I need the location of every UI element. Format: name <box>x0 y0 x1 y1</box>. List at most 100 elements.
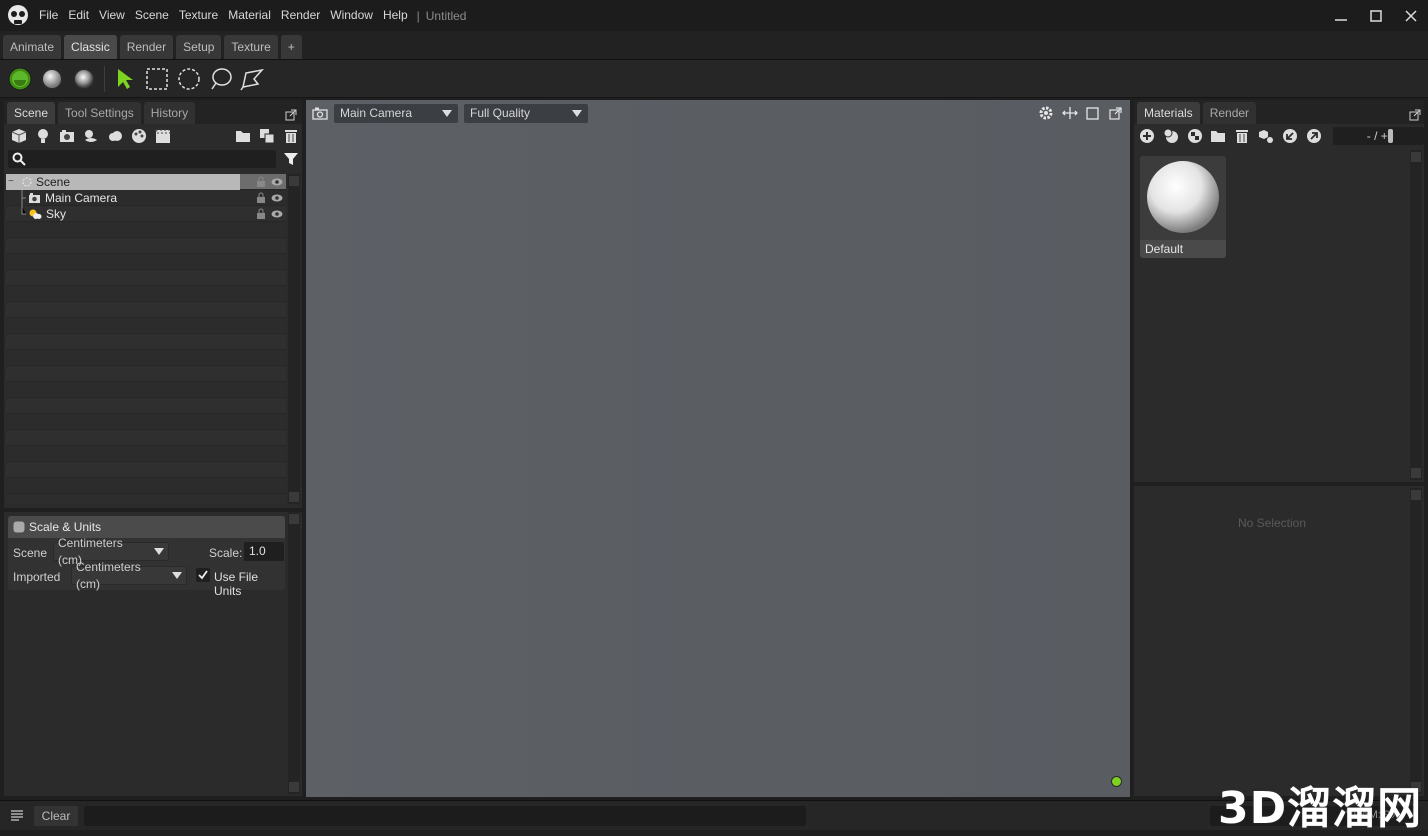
maximize-view-icon[interactable] <box>1086 106 1099 120</box>
scroll-down-icon[interactable] <box>1411 468 1421 478</box>
thumbnail-zoom-slider[interactable]: - / + <box>1332 127 1424 145</box>
trash-icon[interactable] <box>1233 127 1251 145</box>
scroll-up-icon[interactable] <box>289 176 299 186</box>
material-preview-sphere-icon <box>1146 160 1226 234</box>
tab-history[interactable]: History <box>143 102 196 124</box>
workspace-tab-texture[interactable]: Texture <box>224 35 278 59</box>
camera-dropdown[interactable]: Main Camera <box>334 103 458 123</box>
import-icon[interactable] <box>1281 127 1299 145</box>
lock-icon[interactable] <box>256 192 266 204</box>
visibility-eye-icon[interactable] <box>271 193 283 203</box>
materials-scrollbar[interactable] <box>1410 150 1422 480</box>
scene-search-row <box>4 148 302 170</box>
trash-icon[interactable] <box>282 127 300 145</box>
3d-viewport[interactable]: Main Camera Full Quality <box>306 100 1130 797</box>
menu-material[interactable]: Material <box>223 0 276 31</box>
settings-gear-icon[interactable] <box>1038 105 1054 121</box>
menu-edit[interactable]: Edit <box>63 0 94 31</box>
cloud-icon[interactable] <box>106 127 124 145</box>
camera-add-icon[interactable] <box>58 127 76 145</box>
green-sphere-icon[interactable] <box>6 65 34 93</box>
scroll-down-icon[interactable] <box>289 782 299 792</box>
menu-window[interactable]: Window <box>325 0 378 31</box>
console-log-icon[interactable] <box>10 809 24 822</box>
menu-texture[interactable]: Texture <box>174 0 223 31</box>
clapperboard-icon[interactable] <box>154 127 172 145</box>
tree-row-empty <box>6 430 286 446</box>
console-input[interactable] <box>84 805 806 826</box>
polygon-select-icon[interactable] <box>239 65 267 93</box>
checker-texture-icon[interactable] <box>1186 127 1204 145</box>
scene-tree-scrollbar[interactable] <box>288 174 300 504</box>
gray-sphere-icon[interactable] <box>38 65 66 93</box>
circle-select-icon[interactable] <box>175 65 203 93</box>
tree-row-scene[interactable]: − Scene <box>6 173 286 190</box>
cube-icon[interactable] <box>10 127 28 145</box>
workspace-tab-animate[interactable]: Animate <box>3 35 62 59</box>
assign-material-icon[interactable] <box>1257 127 1275 145</box>
filter-icon[interactable] <box>284 152 298 166</box>
tree-row-sky[interactable]: Sky <box>6 205 286 222</box>
use-file-units-checkbox[interactable] <box>196 568 210 582</box>
lock-icon[interactable] <box>256 176 266 188</box>
tab-tool-settings[interactable]: Tool Settings <box>58 102 141 124</box>
popout-icon[interactable] <box>1109 106 1122 120</box>
export-icon[interactable] <box>1305 127 1323 145</box>
folder-icon[interactable] <box>1210 127 1228 145</box>
palette-icon[interactable] <box>130 127 148 145</box>
select-arrow-icon[interactable] <box>111 65 139 93</box>
workspace-tab-render[interactable]: Render <box>119 35 174 59</box>
close-icon[interactable] <box>1393 0 1428 31</box>
environment-icon[interactable] <box>82 127 100 145</box>
imported-unit-dropdown[interactable]: Centimeters (cm) <box>71 560 187 591</box>
tree-collapse-icon[interactable]: − <box>6 176 18 187</box>
tree-label: Sky <box>46 206 67 221</box>
rect-select-icon[interactable] <box>143 65 171 93</box>
scroll-up-icon[interactable] <box>1411 490 1421 500</box>
properties-scrollbar[interactable] <box>1410 488 1422 794</box>
scale-panel-scrollbar[interactable] <box>288 512 300 794</box>
tree-row-main-camera[interactable]: Main Camera <box>6 189 286 206</box>
duplicate-icon[interactable] <box>258 127 276 145</box>
camera-icon[interactable] <box>312 106 328 120</box>
collapse-icon <box>13 521 25 533</box>
material-tile[interactable]: Default <box>1140 156 1226 258</box>
visibility-eye-icon[interactable] <box>271 177 283 187</box>
quality-dropdown[interactable]: Full Quality <box>464 103 588 123</box>
scale-input[interactable]: 1.0 <box>244 542 284 561</box>
menu-view[interactable]: View <box>94 0 130 31</box>
scene-icon <box>21 176 33 188</box>
minimize-icon[interactable] <box>1323 0 1358 31</box>
scene-search-input[interactable] <box>8 150 276 168</box>
lock-icon[interactable] <box>256 208 266 220</box>
add-material-icon[interactable] <box>1138 127 1156 145</box>
popout-icon[interactable] <box>282 106 300 124</box>
scroll-up-icon[interactable] <box>1411 152 1421 162</box>
add-workspace-tab-button[interactable]: + <box>280 35 302 59</box>
folder-icon[interactable] <box>234 127 252 145</box>
toolbar-divider <box>104 65 105 92</box>
slider-handle[interactable] <box>1387 129 1393 143</box>
scale-units-panel: Scale & Units Scene Centimeters (cm) Sca… <box>4 512 302 796</box>
split-view-icon[interactable] <box>1062 106 1078 120</box>
scroll-up-icon[interactable] <box>289 514 299 524</box>
menu-help[interactable]: Help <box>378 0 413 31</box>
popout-icon[interactable] <box>1406 106 1424 124</box>
tab-render[interactable]: Render <box>1202 102 1257 124</box>
add-material-group-icon[interactable] <box>1162 127 1180 145</box>
light-icon[interactable] <box>34 127 52 145</box>
menu-render[interactable]: Render <box>276 0 325 31</box>
tab-materials[interactable]: Materials <box>1137 102 1200 124</box>
menu-file[interactable]: File <box>34 0 63 31</box>
chevron-down-icon <box>572 109 582 117</box>
lasso-select-icon[interactable] <box>207 65 235 93</box>
visibility-eye-icon[interactable] <box>271 209 283 219</box>
tab-scene[interactable]: Scene <box>7 102 56 124</box>
workspace-tab-setup[interactable]: Setup <box>176 35 222 59</box>
menu-scene[interactable]: Scene <box>130 0 174 31</box>
scroll-down-icon[interactable] <box>289 492 299 502</box>
workspace-tab-classic[interactable]: Classic <box>64 35 117 59</box>
clear-button[interactable]: Clear <box>34 805 78 826</box>
shaded-sphere-icon[interactable] <box>70 65 98 93</box>
maximize-icon[interactable] <box>1358 0 1393 31</box>
